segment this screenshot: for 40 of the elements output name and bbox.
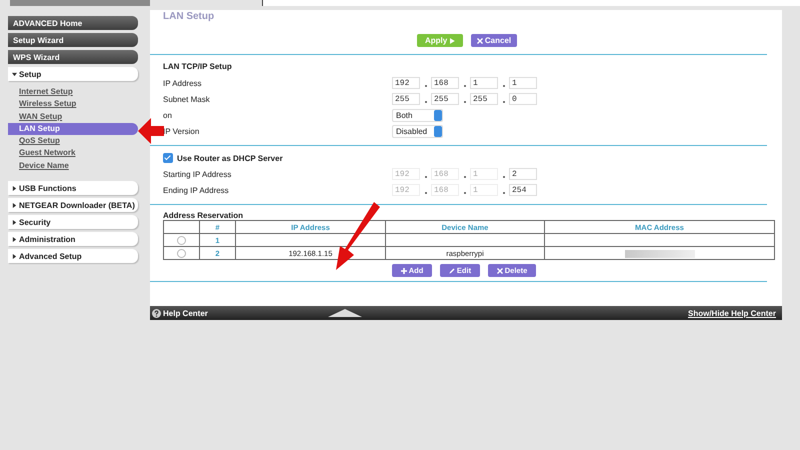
submenu-link[interactable]: LAN Setup [8, 122, 138, 136]
octet-field[interactable]: 255 [470, 93, 498, 105]
octet-field[interactable]: 0 [509, 93, 537, 105]
page-title: LAN Setup [163, 10, 216, 24]
octet-field[interactable]: 255 [431, 93, 459, 105]
menu-section[interactable]: Setup [8, 67, 138, 81]
field-label: Ending IP Address [163, 186, 230, 194]
menu-section[interactable]: NETGEAR Downloader (BETA) [8, 198, 138, 212]
menu-section[interactable]: Advanced Setup [8, 249, 138, 264]
submenu-link[interactable]: Wireless Setup [8, 98, 138, 111]
submenu-link[interactable]: QoS Setup [8, 135, 138, 148]
submenu-link[interactable]: Internet Setup [8, 86, 138, 98]
menu-section[interactable]: USB Functions [8, 181, 138, 196]
menu-button[interactable]: ADVANCED Home [8, 16, 138, 30]
field-label: Starting IP Address [163, 170, 232, 178]
section-heading: Address Reservation [163, 210, 244, 220]
octet-field[interactable]: 254 [509, 184, 537, 196]
section-heading: LAN TCP/IP Setup [163, 61, 233, 73]
submenu-link[interactable]: Guest Network [8, 147, 138, 160]
octet-field[interactable]: 168 [431, 77, 459, 89]
menu-button[interactable]: Setup Wizard [8, 33, 138, 47]
submenu-link[interactable]: Device Name [8, 160, 138, 172]
help-center-button[interactable]: Help Center [152, 308, 208, 318]
menu-section[interactable]: Administration [8, 232, 138, 246]
octet-field[interactable]: 1 [509, 77, 537, 89]
octet-field[interactable]: 2 [509, 168, 537, 180]
field-label: on [163, 110, 173, 120]
select-field[interactable]: Both [392, 108, 443, 122]
octet-field[interactable]: 1 [470, 77, 498, 89]
select-field[interactable]: Disabled [392, 124, 443, 138]
menu-button[interactable]: WPS Wizard [8, 50, 138, 64]
octet-field[interactable]: 192 [392, 77, 420, 89]
menu-section[interactable]: Security [8, 215, 138, 230]
octet-field[interactable]: 255 [392, 93, 420, 105]
submenu-link[interactable]: WAN Setup [8, 110, 138, 123]
checkbox-label: Use Router as DHCP Server [177, 154, 283, 162]
field-label: IP Address [163, 78, 203, 88]
action-button[interactable]: Cancel [471, 34, 517, 47]
field-label: Subnet Mask [163, 94, 211, 104]
help-toggle-link[interactable]: Show/Hide Help Center [688, 308, 776, 318]
